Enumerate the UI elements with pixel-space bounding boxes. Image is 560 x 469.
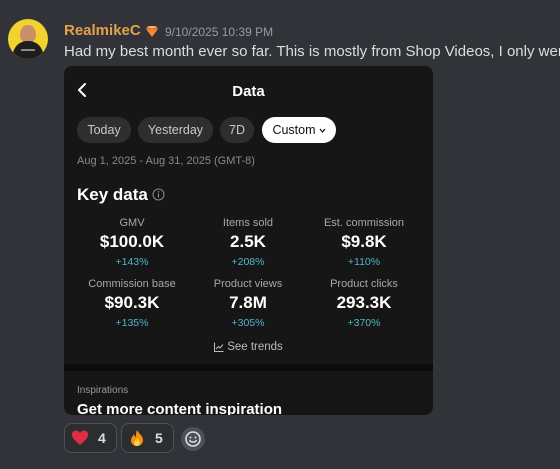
metric-items-sold: Items sold 2.5K +208% xyxy=(193,217,303,268)
date-range: Aug 1, 2025 - Aug 31, 2025 (GMT-8) xyxy=(77,155,255,167)
inspirations-title: Get more content inspiration xyxy=(77,401,283,415)
reaction-count: 4 xyxy=(98,430,106,446)
metric-gmv: GMV $100.0K +143% xyxy=(77,217,187,268)
see-trends-label: See trends xyxy=(227,341,283,353)
see-trends-link[interactable]: See trends xyxy=(64,341,433,353)
metric-value: $100.0K xyxy=(99,232,165,251)
info-icon[interactable] xyxy=(152,188,165,201)
chip-7d[interactable]: 7D xyxy=(220,117,254,143)
message-timestamp: 9/10/2025 10:39 PM xyxy=(165,25,274,39)
metric-commission-base: Commission base $90.3K +135% xyxy=(77,278,187,329)
metric-change: +305% xyxy=(231,317,265,329)
reaction-heart[interactable]: 4 xyxy=(64,423,117,453)
metric-label: Commission base xyxy=(88,278,176,290)
inspirations-label: Inspirations xyxy=(77,385,129,396)
metric-label: Items sold xyxy=(222,217,274,229)
add-reaction-smiley-icon[interactable] xyxy=(181,427,205,451)
gem-badge-icon xyxy=(146,26,158,37)
user-avatar[interactable] xyxy=(8,19,48,59)
chat-message: RealmikeC 9/10/2025 10:39 PM Had my best… xyxy=(0,0,560,469)
fire-icon xyxy=(131,430,143,446)
message-text: Had my best month ever so far. This is m… xyxy=(64,43,560,60)
metric-change: +110% xyxy=(347,256,381,268)
embed-title: Data xyxy=(232,83,265,100)
metric-label: Est. commission xyxy=(323,217,405,229)
metric-product-clicks: Product clicks 293.3K +370% xyxy=(309,278,419,329)
metric-label: Product views xyxy=(213,278,283,290)
metric-change: +135% xyxy=(115,317,149,329)
metric-est-commission: Est. commission $9.8K +110% xyxy=(309,217,419,268)
chip-custom-label: Custom xyxy=(272,123,316,137)
metric-label: Product clicks xyxy=(330,278,398,290)
line-chart-icon xyxy=(214,342,224,352)
metric-change: +208% xyxy=(231,256,265,268)
reaction-count: 5 xyxy=(155,430,163,446)
reaction-fire[interactable]: 5 xyxy=(121,423,174,453)
section-divider xyxy=(64,364,433,371)
metric-value: 2.5K xyxy=(230,232,266,251)
metric-value: 7.8M xyxy=(229,293,267,312)
metric-label: GMV xyxy=(119,217,145,229)
key-data-heading: Key data xyxy=(77,185,148,204)
red-heart-icon xyxy=(72,430,88,445)
metric-value: 293.3K xyxy=(336,293,392,312)
chip-custom[interactable]: Custom xyxy=(262,117,336,143)
chevron-down-icon xyxy=(319,128,325,134)
avatar-shirt-logo xyxy=(21,49,35,51)
chip-yesterday[interactable]: Yesterday xyxy=(138,117,213,143)
metric-product-views: Product views 7.8M +305% xyxy=(193,278,303,329)
metric-change: +370% xyxy=(347,317,381,329)
author-name[interactable]: RealmikeC xyxy=(64,22,141,39)
metric-change: +143% xyxy=(115,256,149,268)
metric-value: $90.3K xyxy=(104,293,160,312)
chip-today[interactable]: Today xyxy=(77,117,131,143)
metric-value: $9.8K xyxy=(341,232,387,251)
image-attachment[interactable]: Data Today Yesterday 7D Custom Aug 1, 20… xyxy=(64,66,433,415)
